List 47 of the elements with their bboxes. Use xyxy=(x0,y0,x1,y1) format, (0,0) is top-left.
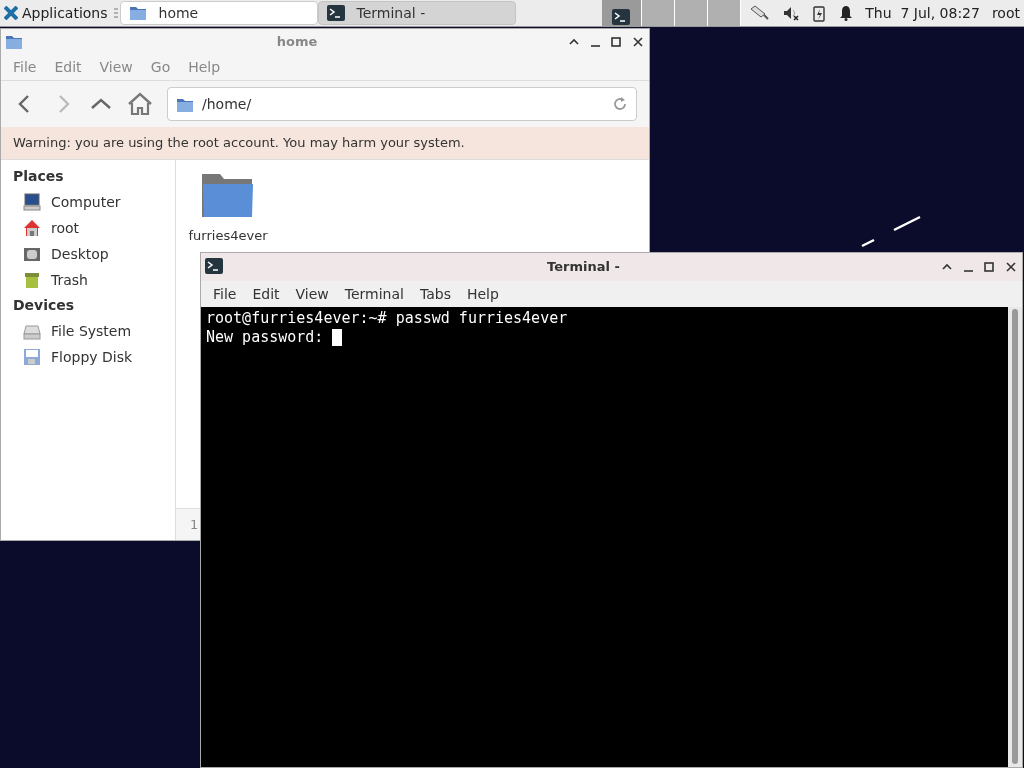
drive-icon xyxy=(23,322,41,340)
xfce-logo-icon xyxy=(4,6,18,20)
home-icon[interactable] xyxy=(127,92,153,116)
sidebar-item[interactable]: root xyxy=(1,215,175,241)
computer-icon xyxy=(23,193,41,211)
terminal-icon xyxy=(611,8,632,26)
workspace-switcher[interactable] xyxy=(602,0,742,26)
terminal-icon xyxy=(326,4,345,22)
volume-muted-icon xyxy=(783,5,800,21)
folder-icon xyxy=(128,4,147,22)
sidebar-item[interactable]: Trash xyxy=(1,267,175,293)
warning-bar: Warning: you are using the root account. You may harm your system. xyxy=(1,127,649,159)
window-controls-icon[interactable] xyxy=(940,260,1018,274)
sidebar-item[interactable]: File System xyxy=(1,318,175,344)
window-title: home xyxy=(275,33,319,52)
sidebar-heading: Devices xyxy=(12,296,76,315)
desktop-icon xyxy=(23,245,41,263)
sidebar-item[interactable]: Desktop xyxy=(1,241,175,267)
menu-item[interactable]: Terminal xyxy=(344,283,404,305)
clock[interactable]: Thu 7 Jul, 08:27 xyxy=(865,2,980,24)
network-plug-icon xyxy=(749,5,770,21)
folder-item[interactable]: furries4ever xyxy=(186,170,270,246)
house-icon xyxy=(23,219,41,237)
sidebar-heading: Places xyxy=(12,167,65,186)
location-field[interactable]: /home/ xyxy=(167,87,637,121)
status-text: 1 xyxy=(190,515,199,534)
scrollbar-thumb[interactable] xyxy=(1012,309,1018,764)
menu-item[interactable]: File xyxy=(213,283,237,305)
menu-item[interactable]: View xyxy=(295,283,329,305)
menu-item[interactable]: Tabs xyxy=(419,283,451,305)
window-title: Terminal - xyxy=(546,258,621,277)
trash-icon xyxy=(23,271,41,289)
user-name[interactable]: root xyxy=(991,2,1020,24)
battery-charging-icon xyxy=(813,4,826,22)
sidebar-item[interactable]: Floppy Disk xyxy=(1,344,175,370)
terminal-line: root@furries4ever:~# passwd furries4ever xyxy=(206,309,568,328)
taskbar-button[interactable]: Terminal - xyxy=(317,1,516,25)
reload-icon xyxy=(612,96,628,112)
applications-menu-button[interactable]: Applications xyxy=(0,0,112,26)
notification-bell-icon xyxy=(839,5,854,21)
menu-item[interactable]: Help xyxy=(466,283,499,305)
terminal-line: New password: xyxy=(206,328,325,347)
taskbar-button[interactable]: home xyxy=(119,1,318,25)
sidebar-item[interactable]: Computer xyxy=(1,189,175,215)
separator-handle-icon xyxy=(112,7,119,19)
menu-item[interactable]: Edit xyxy=(252,283,280,305)
window-controls-icon[interactable] xyxy=(567,35,645,49)
